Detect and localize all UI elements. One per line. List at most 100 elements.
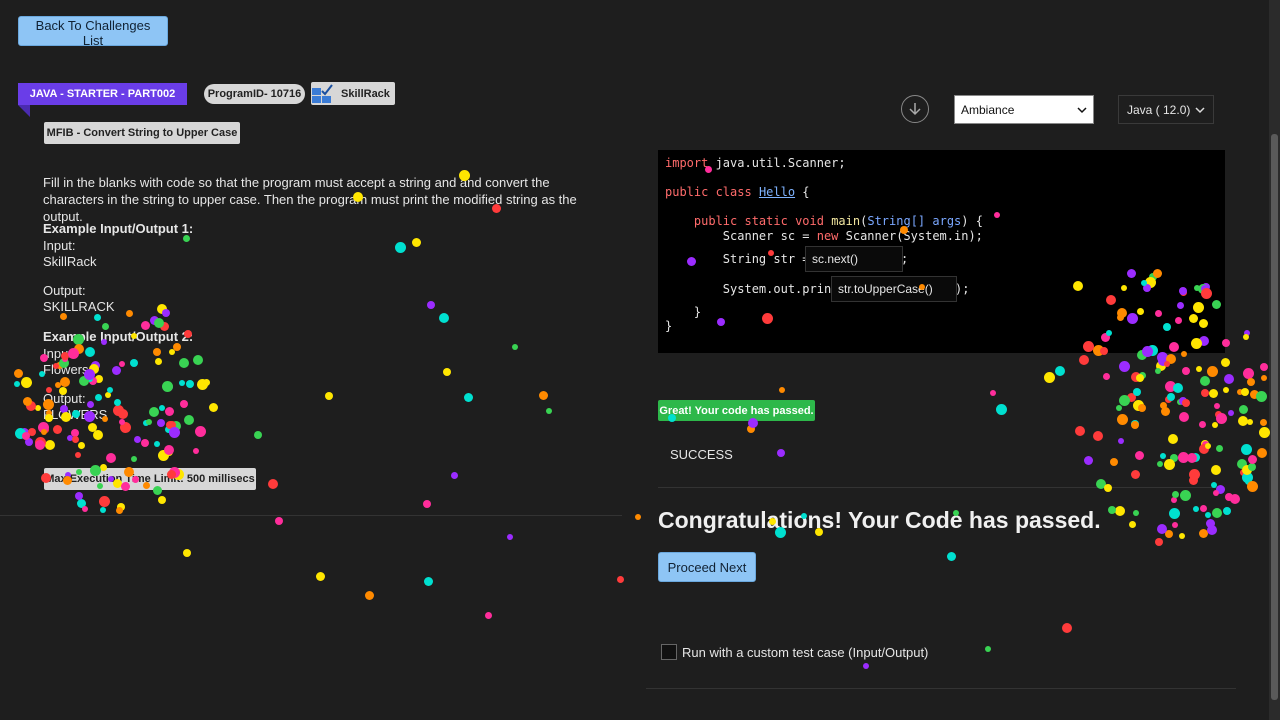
- confetti-dot: [1244, 330, 1251, 337]
- confetti-dot: [105, 392, 112, 399]
- confetti-dot: [1155, 537, 1164, 546]
- download-circle-icon[interactable]: [901, 95, 929, 123]
- scrollbar-thumb[interactable]: [1271, 134, 1278, 700]
- confetti-dot: [1160, 407, 1170, 417]
- back-to-challenges-button[interactable]: Back To Challenges List: [18, 16, 168, 48]
- example2-output-label: Output:: [43, 391, 86, 406]
- confetti-dot: [1116, 414, 1128, 426]
- confetti-dot: [157, 419, 166, 428]
- confetti-dot: [179, 358, 190, 369]
- confetti-dot: [1117, 438, 1124, 445]
- problem-description: Fill in the blanks with code so that the…: [43, 175, 577, 224]
- confetti-dot: [990, 390, 997, 397]
- confetti-dot: [85, 346, 95, 357]
- track-ribbon: JAVA - STARTER - PART002: [18, 83, 187, 105]
- confetti-dot: [1118, 360, 1130, 372]
- confetti-dot: [92, 430, 103, 441]
- confetti-dot: [1136, 373, 1145, 382]
- confetti-dot: [1178, 532, 1185, 539]
- confetti-dot: [1167, 433, 1178, 444]
- confetti-dot: [1170, 497, 1177, 504]
- confetti-dot: [463, 393, 473, 403]
- language-select[interactable]: Java ( 12.0): [1118, 95, 1214, 124]
- confetti-dot: [1061, 623, 1072, 634]
- confetti-dot: [43, 427, 50, 434]
- blank-input-2[interactable]: str.toUpperCase(): [831, 276, 957, 302]
- confetti-dot: [438, 313, 449, 324]
- confetti-dot: [1199, 529, 1209, 539]
- theme-select[interactable]: Ambiance: [954, 95, 1094, 124]
- code-line-import: import java.util.Scanner;: [665, 156, 846, 170]
- page-scrollbar[interactable]: [1269, 0, 1280, 720]
- confetti-dot: [143, 420, 150, 427]
- confetti-dot: [1173, 383, 1184, 393]
- confetti-dot: [1211, 422, 1218, 429]
- confetti-dot: [947, 552, 957, 562]
- confetti-dot: [193, 448, 200, 455]
- confetti-dot: [1256, 390, 1268, 402]
- confetti-dot: [1216, 444, 1224, 452]
- confetti-dot: [1247, 378, 1255, 387]
- confetti-dot: [1170, 454, 1179, 462]
- confetti-dot: [1156, 361, 1167, 372]
- confetti-dot: [120, 422, 131, 433]
- confetti-dot: [1130, 420, 1139, 429]
- confetti-dot: [985, 646, 992, 653]
- confetti-dot: [1246, 419, 1253, 426]
- confetti-dot: [1171, 490, 1179, 498]
- confetti-dot: [1130, 419, 1139, 428]
- confetti-dot: [154, 358, 162, 366]
- confetti-dot: [1131, 371, 1142, 382]
- code-line-main: public static void main(String[] args) {: [693, 214, 983, 228]
- program-id-pill: ProgramID- 10716: [204, 84, 305, 104]
- confetti-dot: [52, 425, 62, 435]
- confetti-dot: [1199, 504, 1207, 512]
- blank-input-1[interactable]: sc.next(): [805, 246, 903, 272]
- confetti-dot: [1189, 476, 1199, 486]
- code-line-string: String str =: [665, 252, 817, 266]
- confetti-dot: [183, 548, 192, 557]
- custom-test-checkbox[interactable]: [661, 644, 677, 660]
- confetti-dot: [1221, 358, 1231, 368]
- example2-input: Flowers: [43, 362, 89, 377]
- chevron-down-icon: [1195, 103, 1205, 117]
- confetti-dot: [154, 318, 165, 329]
- confetti-dot: [776, 449, 785, 458]
- confetti-dot: [130, 359, 139, 368]
- confetti-dot: [422, 499, 431, 508]
- left-divider: [0, 515, 622, 516]
- confetti-dot: [1207, 365, 1219, 377]
- confetti-dot: [1191, 452, 1201, 462]
- confetti-dot: [1227, 410, 1234, 417]
- confetti-dot: [171, 420, 182, 431]
- confetti-dot: [1155, 367, 1162, 374]
- confetti-dot: [1192, 505, 1199, 512]
- confetti-dot: [1115, 405, 1122, 412]
- confetti-dot: [1137, 404, 1146, 413]
- confetti-dot: [70, 429, 79, 438]
- confetti-dot: [88, 422, 98, 432]
- confetti-dot: [165, 407, 175, 417]
- confetti-dot: [25, 437, 34, 446]
- confetti-dot: [179, 380, 186, 387]
- confetti-dot: [77, 498, 87, 508]
- confetti-dot: [153, 440, 160, 447]
- confetti-dot: [202, 379, 210, 387]
- confetti-dot: [539, 390, 549, 400]
- code-line-scanner: Scanner sc = new Scanner(System.in);: [665, 229, 983, 243]
- confetti-dot: [1139, 371, 1147, 379]
- confetti-dot: [1182, 398, 1191, 407]
- confetti-dot: [1127, 393, 1136, 403]
- confetti-dot: [125, 310, 133, 318]
- confetti-dot: [1239, 469, 1247, 477]
- confetti-dot: [158, 450, 170, 462]
- confetti-dot: [1248, 455, 1258, 465]
- example1-output: SKILLRACK: [43, 299, 115, 314]
- confetti-dot: [163, 444, 174, 455]
- proceed-next-button[interactable]: Proceed Next: [658, 552, 756, 582]
- confetti-dot: [141, 439, 150, 448]
- confetti-dot: [1210, 465, 1221, 476]
- confetti-dot: [1237, 459, 1248, 470]
- code-editor[interactable]: import java.util.Scanner; public class H…: [658, 150, 1225, 353]
- code-line-close-main: }: [665, 305, 702, 319]
